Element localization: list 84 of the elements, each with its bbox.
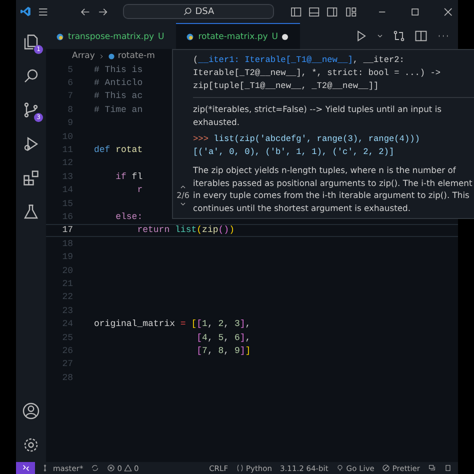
line-number: 20 [61, 266, 73, 276]
files-icon[interactable] [22, 33, 40, 51]
line-number: 18 [61, 238, 73, 249]
tab-label: rotate-matrix.py [198, 32, 268, 42]
run-debug-icon[interactable] [22, 135, 40, 153]
python-file-icon [56, 32, 64, 40]
search-icon[interactable] [22, 67, 40, 85]
notifications-icon[interactable] [444, 464, 452, 472]
line-number: 9 [66, 118, 73, 128]
untracked-status: U [272, 32, 278, 42]
line-number: 7 [66, 91, 73, 102]
python-file-icon [108, 52, 115, 60]
line-number: 26 [61, 346, 73, 356]
code-line: [7, 8, 9]] [196, 346, 251, 356]
chevron-up-icon[interactable] [179, 183, 187, 191]
code-line: else: [114, 212, 143, 222]
untracked-status: U [158, 32, 164, 42]
split-editor-icon[interactable] [414, 29, 428, 43]
line-number: 22 [61, 292, 73, 302]
code-result: [('a', 0, 0), ('b', 1, 1), ('c', 2, 2)] [193, 146, 396, 159]
doc-body: The zip object yields n-length tuples, where n is the number of iterables passed as positional arguments to zip(). The i-th element in every tuple comes from the i-th iterable argument to zip(). This continues until the shortest argument is exhausted. [193, 164, 474, 214]
warning-icon [124, 464, 132, 472]
code-line: # This ac [94, 91, 143, 102]
account-icon[interactable] [22, 402, 40, 420]
chevron-right-icon [98, 52, 105, 60]
error-icon [107, 464, 116, 472]
flask-icon[interactable] [22, 203, 40, 221]
code-line: # This is [94, 64, 143, 75]
line-number: 8 [66, 104, 73, 115]
breadcrumb-item[interactable]: rotate-m [118, 51, 155, 61]
settings-icon[interactable] [22, 436, 40, 454]
source-control-icon[interactable] [22, 101, 40, 119]
line-number: 15 [61, 198, 73, 209]
line-number: 13 [61, 172, 73, 182]
broadcast-icon [336, 464, 344, 472]
line-number: 17 [61, 225, 73, 236]
panel-layout-icon[interactable] [308, 4, 320, 18]
accounts-icon[interactable] [428, 464, 436, 472]
python-file-icon [186, 32, 194, 40]
line-number: 19 [61, 252, 73, 262]
line-number: 11 [61, 145, 73, 156]
code-line: r [136, 185, 143, 196]
search-text: DSA [195, 6, 214, 16]
line-number: 12 [61, 158, 73, 168]
sync-icon[interactable] [91, 464, 100, 472]
secondary-sidebar-icon[interactable] [326, 4, 339, 18]
line-number: 10 [61, 132, 73, 142]
chevron-down-icon[interactable] [179, 200, 187, 208]
sidebar-layout-icon[interactable] [290, 4, 302, 18]
editor-tab[interactable]: rotate-matrix.py U [176, 23, 300, 49]
code-line: # Time an [94, 104, 143, 115]
code-line: original_matrix = [[1, 2, 3], [94, 319, 251, 330]
unsaved-dot [282, 34, 288, 40]
tab-label: transpose-matrix.py [68, 32, 154, 42]
remote-button[interactable] [16, 462, 35, 474]
line-number: 21 [61, 278, 73, 289]
code-line: return list(zip()) [136, 225, 234, 236]
search-field[interactable]: DSA [123, 4, 274, 19]
code-line: if fl [114, 172, 143, 182]
code-line: [4, 5, 6], [196, 332, 251, 342]
search-icon [183, 7, 192, 16]
line-number: 28 [61, 372, 73, 383]
pager-count: 2/6 [176, 191, 190, 200]
compare-changes-icon[interactable] [392, 29, 406, 43]
line-number: 5 [66, 64, 73, 75]
code-line: # Anticlo [94, 78, 143, 88]
code-line: def rotat [94, 145, 143, 156]
line-number: 16 [61, 212, 73, 222]
line-number: 6 [66, 78, 73, 88]
function-signature: (__iter1: Iterable[_T1@__new__], __iter2: Iterable[_T2@__new__], *, strict: bool = ...) -> zip[tuple[_T1@__new__, _T2@__new__]] [193, 54, 474, 98]
doc-summary: zip(*iterables, strict=False) --> Yield tuples until an input is exhausted. [193, 103, 443, 128]
braces-icon [236, 464, 244, 472]
line-number: 27 [61, 359, 73, 370]
breadcrumb-item[interactable]: Array [72, 51, 95, 61]
line-number: 24 [61, 319, 73, 330]
prohibited-icon [382, 464, 390, 472]
extensions-icon[interactable] [22, 169, 40, 187]
code-example: >>> list(zip('abcdefg', range(3), range(4))) [193, 133, 421, 146]
line-number: 23 [61, 306, 73, 316]
remote-icon [22, 464, 30, 472]
customize-layout-icon[interactable] [344, 4, 357, 18]
line-number: 25 [61, 332, 73, 342]
line-number: 14 [61, 185, 73, 196]
app-logo [20, 5, 32, 18]
